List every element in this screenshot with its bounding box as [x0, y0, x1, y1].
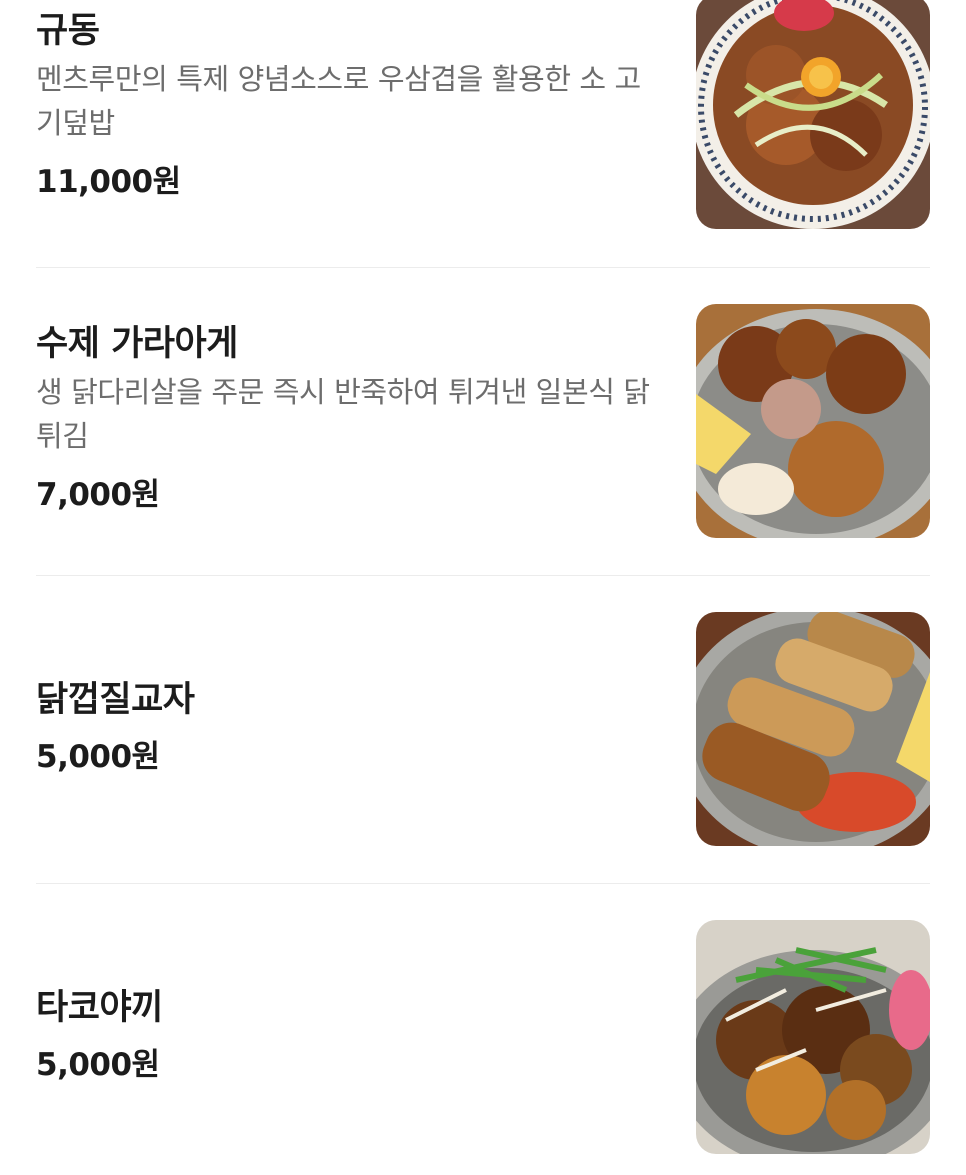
menu-item-takoyaki[interactable]: 타코야끼 5,000원 [36, 920, 930, 1154]
menu-item-price: 7,000원 [36, 477, 160, 513]
menu-item-name: 수제 가라아게 [36, 324, 238, 364]
menu-list: 규동 멘츠루만의 특제 양념소스로 우삼겹을 활용한 소 고기덮밥 11,000… [0, 0, 966, 1175]
gyudon-bowl-image[interactable] [696, 0, 930, 229]
menu-item-text: 닭껍질교자 5,000원 [36, 612, 666, 846]
divider [36, 267, 930, 268]
chicken-skin-gyoza-image[interactable] [696, 612, 930, 846]
menu-item-description: 멘츠루만의 특제 양념소스로 우삼겹을 활용한 소 고기덮밥 [36, 62, 641, 140]
takoyaki-plate-image[interactable] [696, 920, 930, 1154]
divider [36, 883, 930, 884]
menu-item-gyoza[interactable]: 닭껍질교자 5,000원 [36, 612, 930, 846]
menu-item-price: 5,000원 [36, 1047, 160, 1083]
karaage-plate-image[interactable] [696, 304, 930, 538]
menu-item-text: 규동 멘츠루만의 특제 양념소스로 우삼겹을 활용한 소 고기덮밥 11,000… [36, 0, 666, 229]
menu-item-name: 닭껍질교자 [36, 680, 195, 720]
divider [36, 575, 930, 576]
menu-item-name: 규동 [36, 11, 100, 51]
menu-item-text: 수제 가라아게 생 닭다리살을 주문 즉시 반죽하여 튀겨낸 일본식 닭 튀김 … [36, 304, 666, 538]
menu-item-price: 11,000원 [36, 164, 181, 200]
menu-item-gyudon[interactable]: 규동 멘츠루만의 특제 양념소스로 우삼겹을 활용한 소 고기덮밥 11,000… [36, 0, 930, 229]
menu-item-price: 5,000원 [36, 739, 160, 775]
menu-item-name: 타코야끼 [36, 988, 163, 1028]
menu-item-description: 생 닭다리살을 주문 즉시 반죽하여 튀겨낸 일본식 닭 튀김 [36, 375, 650, 453]
menu-item-karaage[interactable]: 수제 가라아게 생 닭다리살을 주문 즉시 반죽하여 튀겨낸 일본식 닭 튀김 … [36, 304, 930, 538]
menu-item-text: 타코야끼 5,000원 [36, 920, 666, 1154]
